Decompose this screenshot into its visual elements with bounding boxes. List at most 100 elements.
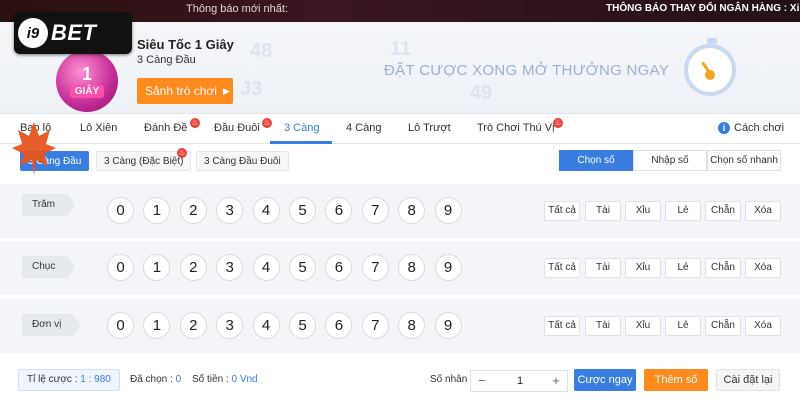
tab-4-cang[interactable]: 4 Càng bbox=[346, 122, 381, 134]
active-tab-indicator bbox=[270, 141, 332, 144]
bet-footer: Tỉ lệ cược : 1 : 980 Đã chọn : 0 Số tiền… bbox=[0, 362, 800, 400]
digit-ball[interactable]: 1 bbox=[143, 312, 171, 339]
quick-select-button[interactable]: Tất cả bbox=[544, 201, 580, 221]
digit-ball[interactable]: 9 bbox=[434, 312, 462, 339]
maple-leaf-icon bbox=[12, 122, 56, 176]
quick-select-button[interactable]: Xỉu bbox=[625, 258, 661, 278]
quick-select-button[interactable]: Lẻ bbox=[665, 201, 701, 221]
row-label: Trăm bbox=[22, 194, 75, 216]
minus-button[interactable]: − bbox=[471, 371, 493, 391]
digit-ball[interactable]: 3 bbox=[216, 312, 244, 339]
quick-select-button[interactable]: Tài bbox=[585, 258, 621, 278]
digit-ball[interactable]: 3 bbox=[216, 254, 244, 281]
digit-ball[interactable]: 7 bbox=[361, 254, 389, 281]
quick-select-button[interactable]: Tài bbox=[585, 316, 621, 336]
reset-button[interactable]: Cài đặt lại bbox=[716, 369, 780, 391]
subtab-3-cang-dau-duoi[interactable]: 3 Càng Đầu Đuôi bbox=[196, 151, 289, 171]
digit-ball[interactable]: 2 bbox=[179, 197, 207, 224]
info-icon: i bbox=[718, 122, 730, 134]
digit-ball[interactable]: 0 bbox=[107, 312, 134, 339]
quick-select-button[interactable]: Xóa bbox=[745, 258, 781, 278]
odds-box: Tỉ lệ cược : 1 : 980 bbox=[18, 369, 120, 391]
quick-select-button[interactable]: Chẵn bbox=[705, 201, 741, 221]
digit-ball[interactable]: 2 bbox=[179, 312, 207, 339]
quick-select-button[interactable]: Xóa bbox=[745, 316, 781, 336]
digit-ball[interactable]: 9 bbox=[434, 254, 462, 281]
digit-ball[interactable]: 8 bbox=[398, 254, 426, 281]
chosen-value: 0 bbox=[175, 374, 182, 385]
quick-select-button[interactable]: Tất cả bbox=[544, 258, 580, 278]
digit-ball[interactable]: 2 bbox=[179, 254, 207, 281]
game-badge: 1 GIÂY bbox=[56, 50, 118, 112]
multiplier-stepper: − 1 + bbox=[470, 370, 568, 392]
row-label: Chục bbox=[22, 256, 76, 278]
digit-ball[interactable]: 4 bbox=[252, 254, 280, 281]
stopwatch-icon bbox=[684, 38, 736, 96]
multiplier-value[interactable]: 1 bbox=[493, 371, 547, 391]
quick-select-button[interactable]: Tài bbox=[585, 201, 621, 221]
digit-ball[interactable]: 3 bbox=[216, 197, 244, 224]
digit-ball[interactable]: 5 bbox=[289, 197, 316, 224]
slogan: ĐẶT CƯỢC XONG MỞ THƯỞNG NGAY bbox=[384, 62, 670, 79]
money-label: Số tiền : bbox=[192, 374, 229, 385]
digit-ball[interactable]: 0 bbox=[107, 197, 134, 224]
quick-select-button[interactable]: Chẵn bbox=[705, 258, 741, 278]
bet-type-tabs: Bao lô Lô Xiên Đánh Đề ♨ Đầu Đuôi ♨ 3 Cà… bbox=[0, 114, 800, 144]
add-number-button[interactable]: Thêm số bbox=[644, 369, 708, 391]
quick-select-button[interactable]: Xóa bbox=[745, 201, 781, 221]
notice-label: Thông báo mới nhất: bbox=[186, 3, 288, 15]
digit-ball[interactable]: 1 bbox=[143, 197, 171, 224]
digit-ball[interactable]: 6 bbox=[325, 312, 353, 339]
game-title: Siêu Tốc 1 Giây bbox=[137, 37, 234, 52]
bet-now-button[interactable]: Cược ngay bbox=[574, 369, 636, 391]
badge-unit: GIÂY bbox=[69, 84, 105, 98]
odds-label: Tỉ lệ cược : bbox=[27, 374, 78, 385]
how-to-play-label: Cách chơi bbox=[734, 122, 785, 134]
digit-ball[interactable]: 7 bbox=[361, 197, 389, 224]
chosen-label: Đã chọn : bbox=[130, 374, 173, 385]
digit-ball[interactable]: 0 bbox=[107, 254, 134, 281]
quick-select-button[interactable]: Xỉu bbox=[625, 316, 661, 336]
mode-chon-so-nhanh[interactable]: Chọn số nhanh bbox=[707, 150, 781, 171]
hot-icon: ♨ bbox=[177, 148, 187, 158]
lobby-button-label: Sảnh trò chơi bbox=[145, 84, 217, 98]
tab-dau-duoi[interactable]: Đầu Đuôi bbox=[214, 122, 260, 134]
play-arrow-icon: ▶ bbox=[222, 85, 230, 96]
site-logo[interactable]: i9 BET bbox=[14, 12, 132, 54]
digit-ball[interactable]: 6 bbox=[325, 197, 353, 224]
quick-select-button[interactable]: Xỉu bbox=[625, 201, 661, 221]
mode-nhap-so[interactable]: Nhập số bbox=[633, 150, 707, 171]
digit-ball[interactable]: 4 bbox=[252, 312, 280, 339]
digit-row: Chục 0 1 2 3 4 5 6 7 8 9 Tất cả Tài Xỉu Lẻ Chẵn Xóa bbox=[0, 241, 800, 295]
digit-row: Đơn vị 0 1 2 3 4 5 6 7 8 9 Tất cả Tài Xỉu Lẻ Chẵn Xóa bbox=[0, 299, 800, 353]
digit-ball[interactable]: 5 bbox=[289, 254, 316, 281]
tab-lo-truot[interactable]: Lô Trượt bbox=[408, 122, 451, 134]
digit-ball[interactable]: 1 bbox=[143, 254, 171, 281]
total-money: Số tiền : 0 Vnd bbox=[192, 374, 258, 385]
mode-chon-so[interactable]: Chọn số bbox=[559, 150, 633, 171]
tab-lo-xien[interactable]: Lô Xiên bbox=[80, 122, 117, 134]
how-to-play-link[interactable]: i Cách chơi bbox=[718, 122, 784, 134]
tab-danh-de[interactable]: Đánh Đề bbox=[144, 122, 187, 134]
tab-3-cang[interactable]: 3 Càng bbox=[284, 122, 319, 134]
notice-marquee[interactable]: THÔNG BÁO THAY ĐỔI NGÂN HÀNG : Xi bbox=[606, 3, 799, 14]
digit-ball[interactable]: 5 bbox=[289, 312, 316, 339]
chosen-count: Đã chọn : 0 bbox=[130, 374, 181, 385]
logo-word: BET bbox=[51, 20, 97, 45]
quick-select-button[interactable]: Lẻ bbox=[665, 258, 701, 278]
quick-select-button[interactable]: Tất cả bbox=[544, 316, 580, 336]
digit-ball[interactable]: 7 bbox=[361, 312, 389, 339]
quick-select-button[interactable]: Lẻ bbox=[665, 316, 701, 336]
digit-ball[interactable]: 8 bbox=[398, 312, 426, 339]
digit-ball[interactable]: 4 bbox=[252, 197, 280, 224]
game-subtitle: 3 Càng Đầu bbox=[137, 54, 196, 66]
digit-ball[interactable]: 8 bbox=[398, 197, 426, 224]
digit-ball[interactable]: 9 bbox=[434, 197, 462, 224]
multiplier-label: Số nhân : bbox=[430, 374, 473, 385]
digit-ball[interactable]: 6 bbox=[325, 254, 353, 281]
digit-row: Trăm 0 1 2 3 4 5 6 7 8 9 Tất cả Tài Xỉu Lẻ Chẵn Xóa bbox=[0, 184, 800, 238]
plus-button[interactable]: + bbox=[545, 371, 567, 391]
game-lobby-button[interactable]: Sảnh trò chơi ▶ bbox=[137, 78, 233, 104]
tab-tro-choi-thu-vi[interactable]: Trò Chơi Thú Vị bbox=[477, 122, 555, 134]
quick-select-button[interactable]: Chẵn bbox=[705, 316, 741, 336]
